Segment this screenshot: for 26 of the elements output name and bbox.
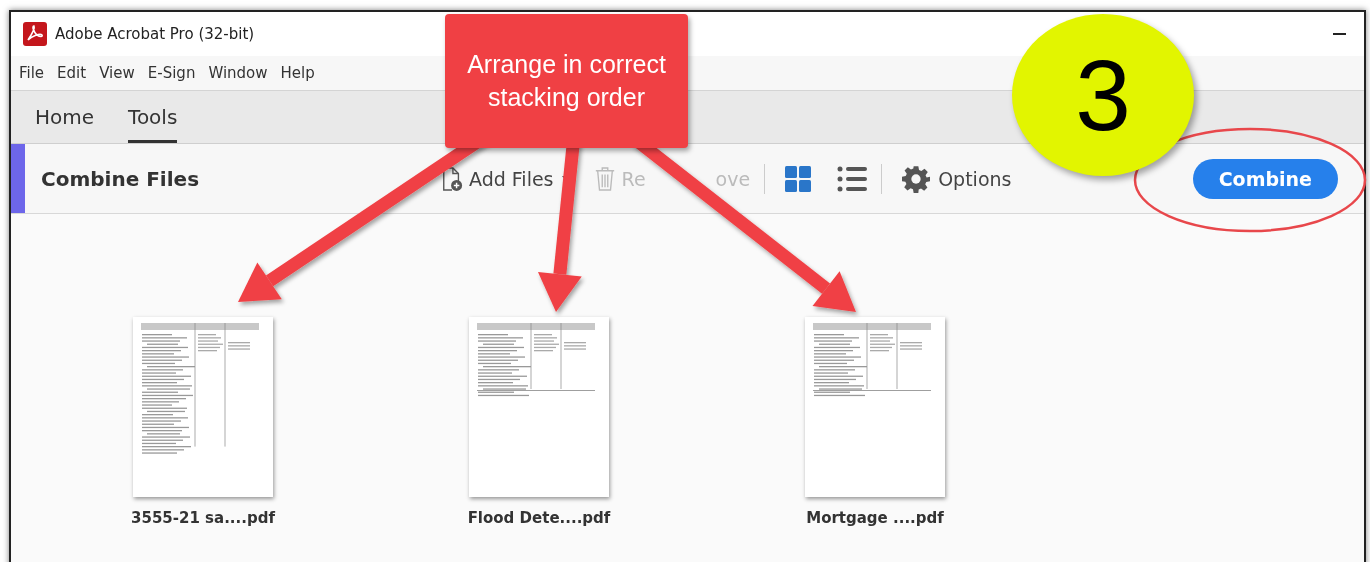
page-thumbnail[interactable]	[133, 317, 273, 497]
grid-view-icon[interactable]	[785, 165, 812, 192]
page-thumbnail[interactable]	[805, 317, 945, 497]
tool-title: Combine Files	[41, 166, 201, 191]
add-files-button[interactable]: Add Files	[441, 165, 572, 192]
add-file-icon	[441, 165, 463, 192]
tab[interactable]: Home	[35, 91, 95, 143]
combine-button[interactable]: Combine	[1192, 158, 1338, 199]
file-name: Flood Dete....pdf	[467, 509, 611, 527]
menu-item[interactable]: Edit	[57, 64, 87, 82]
menu-item[interactable]: View	[99, 64, 135, 82]
accent-bar	[11, 144, 25, 213]
settings-icon	[902, 164, 931, 193]
page-thumbnail[interactable]	[469, 317, 609, 497]
menu-item[interactable]: E-Sign	[147, 64, 196, 82]
window-title: Adobe Acrobat Pro (32-bit)	[55, 25, 255, 43]
list-view-icon[interactable]	[837, 165, 868, 192]
app-logo-icon	[23, 22, 47, 46]
menu-item[interactable]: Help	[280, 64, 315, 82]
trash-icon	[593, 165, 616, 192]
file-name: 3555-21 sa....pdf	[131, 509, 275, 527]
options-button[interactable]: Options	[902, 164, 1012, 193]
file-name: Mortgage ....pdf	[806, 509, 944, 527]
callout: Arrange in correct stacking order	[445, 14, 688, 148]
menu-item[interactable]: Window	[208, 64, 268, 82]
menu-item[interactable]: File	[19, 64, 45, 82]
